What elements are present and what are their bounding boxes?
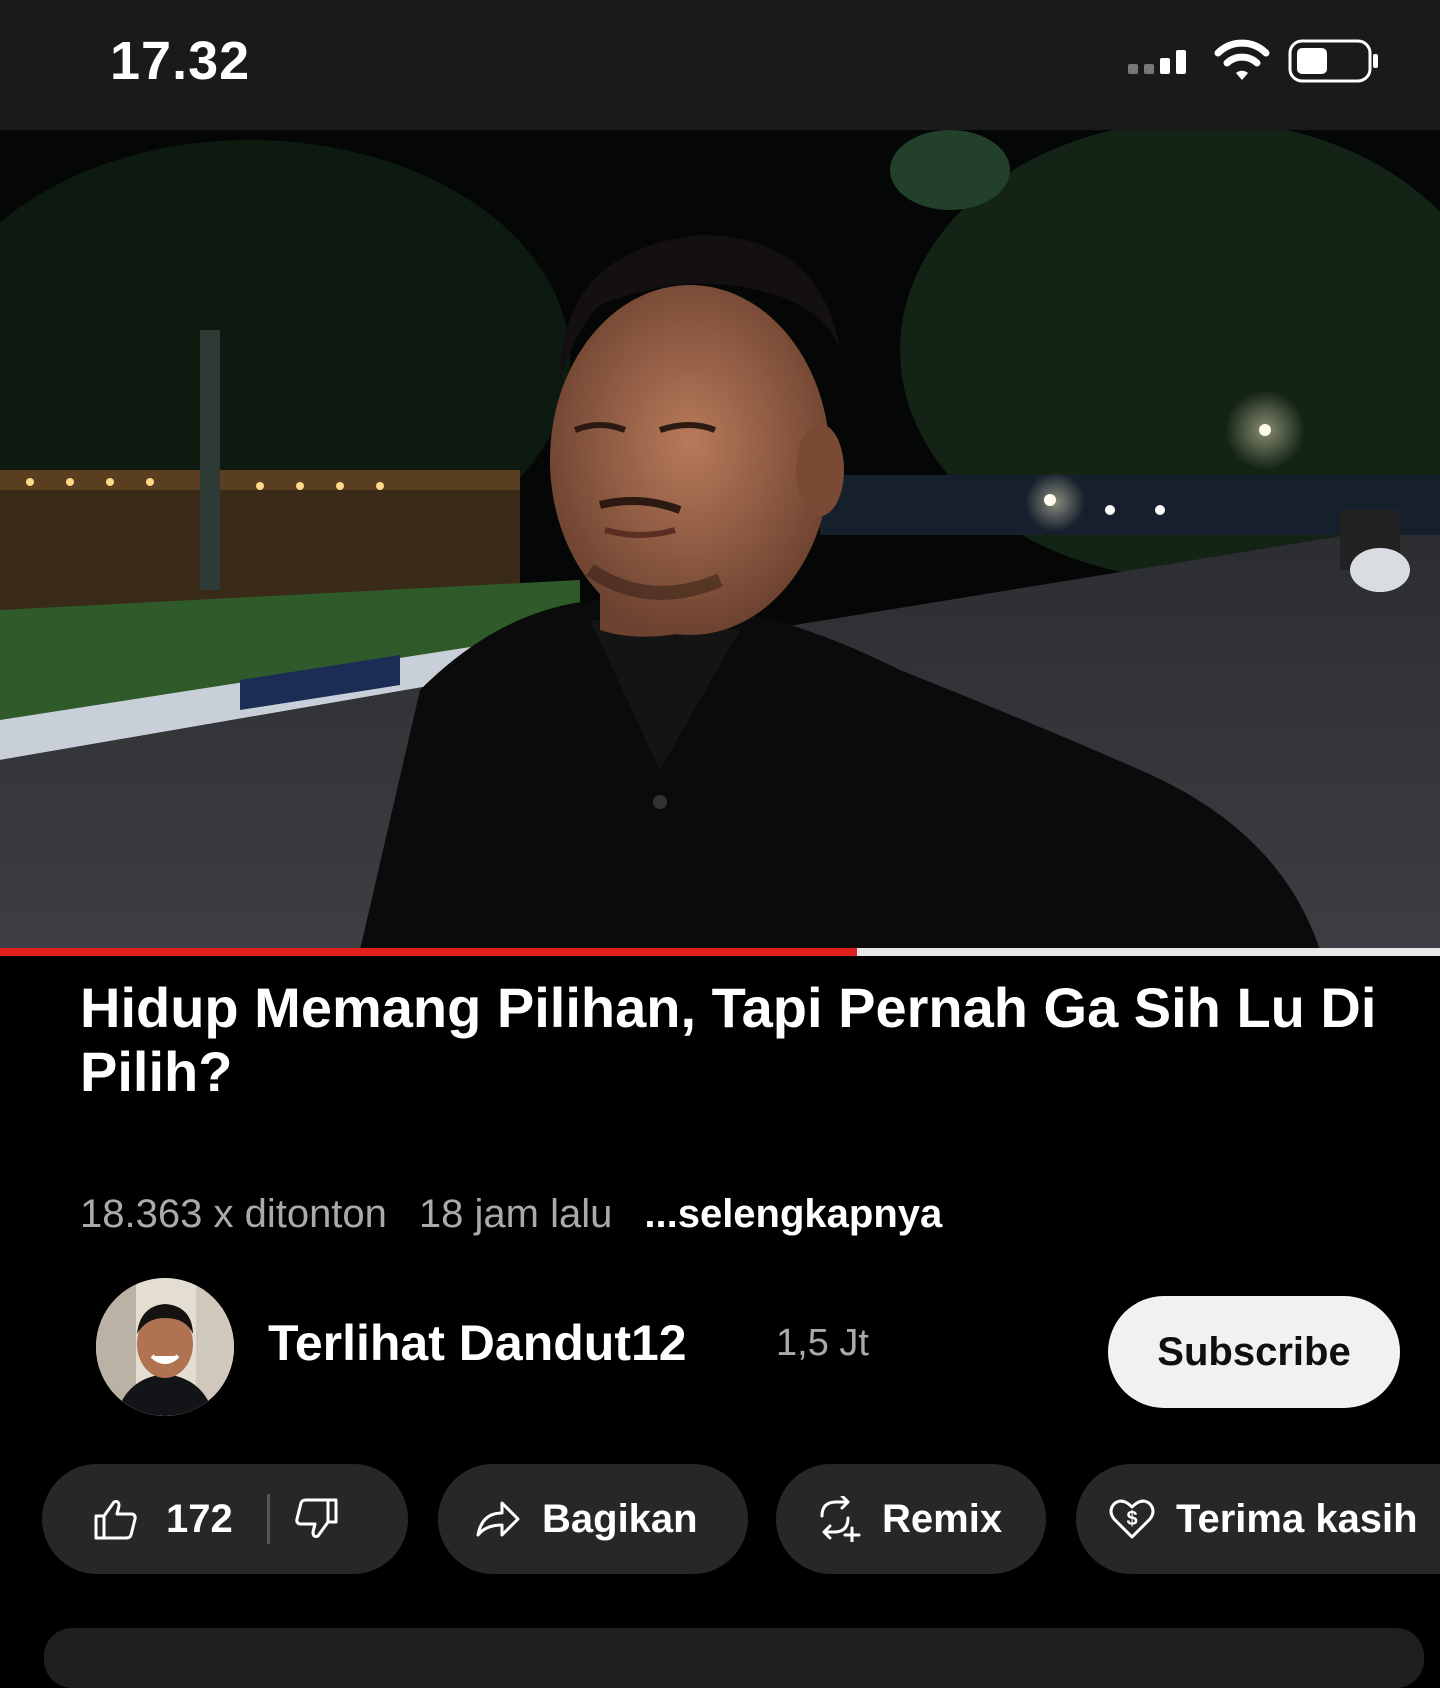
- remix-label: Remix: [882, 1496, 1003, 1541]
- heart-dollar-icon: $: [1108, 1497, 1156, 1541]
- share-label: Bagikan: [542, 1496, 698, 1541]
- subscribe-button[interactable]: Subscribe: [1108, 1296, 1400, 1408]
- remix-icon: [814, 1496, 862, 1542]
- like-icon[interactable]: [92, 1498, 138, 1540]
- wifi-icon: [1214, 39, 1270, 88]
- thanks-button[interactable]: $ Terima kasih: [1076, 1464, 1440, 1574]
- video-title[interactable]: Hidup Memang Pilihan, Tapi Pernah Ga Sih…: [80, 976, 1400, 1104]
- share-button[interactable]: Bagikan: [438, 1464, 748, 1574]
- channel-avatar[interactable]: [96, 1278, 234, 1416]
- status-bar: 17.32: [0, 0, 1440, 130]
- svg-text:$: $: [1126, 1508, 1137, 1530]
- video-progress-bar[interactable]: [0, 948, 1440, 956]
- like-divider: [266, 1494, 270, 1544]
- like-dislike-chip: 172: [42, 1464, 408, 1574]
- share-icon: [474, 1499, 522, 1539]
- battery-icon: [1288, 38, 1380, 89]
- status-icons: [1128, 38, 1380, 88]
- thanks-label: Terima kasih: [1176, 1496, 1418, 1541]
- video-meta[interactable]: 18.363 x ditonton 18 jam lalu ...selengk…: [80, 1192, 942, 1237]
- subscriber-count: 1,5 Jt: [776, 1322, 869, 1364]
- dislike-icon[interactable]: [294, 1498, 340, 1540]
- status-time: 17.32: [110, 31, 251, 91]
- remix-button[interactable]: Remix: [776, 1464, 1046, 1574]
- video-player[interactable]: [0, 130, 1440, 950]
- show-more-link[interactable]: ...selengkapnya: [644, 1192, 942, 1237]
- avatar-image: [96, 1278, 234, 1416]
- video-progress-fill: [0, 948, 857, 956]
- comments-preview-card[interactable]: [44, 1628, 1424, 1688]
- channel-name[interactable]: Terlihat Dandut12: [268, 1314, 687, 1372]
- video-frame: [0, 130, 1440, 950]
- upload-age: 18 jam lalu: [418, 1192, 613, 1236]
- like-count[interactable]: 172: [166, 1497, 233, 1542]
- cellular-signal-icon: [1128, 48, 1196, 79]
- view-count: 18.363 x ditonton: [80, 1192, 387, 1236]
